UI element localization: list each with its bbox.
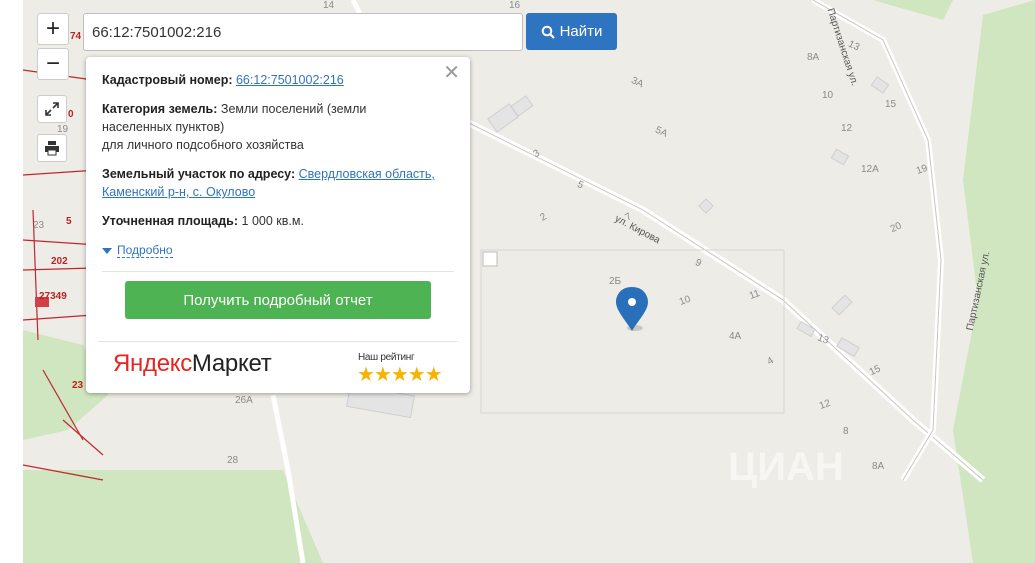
close-icon[interactable]: ✕ <box>443 63 460 83</box>
green-area <box>873 0 953 20</box>
svg-text:11: 11 <box>748 288 762 302</box>
printer-icon <box>45 141 59 156</box>
cadastral-number-row: Кадастровый номер: 66:12:7501002:216 <box>102 71 454 89</box>
svg-text:14: 14 <box>323 0 335 11</box>
divider <box>102 271 454 272</box>
land-category-value: Земли поселений (земли <box>220 102 367 116</box>
svg-text:20: 20 <box>889 220 904 235</box>
parcel-info-popup: ✕ Кадастровый номер: 66:12:7501002:216 К… <box>86 57 470 393</box>
svg-text:8А: 8А <box>807 52 820 63</box>
area-label: Уточненная площадь: <box>102 214 239 228</box>
cadastral-search-input[interactable] <box>83 13 523 51</box>
svg-text:12А: 12А <box>861 164 879 175</box>
road-partizanskaya-edge <box>812 0 942 481</box>
svg-text:12: 12 <box>818 398 833 412</box>
expand-icon <box>45 102 59 116</box>
zoom-out-icon: − <box>45 50 60 77</box>
svg-text:0: 0 <box>68 109 74 120</box>
address-row: Земельный участок по адресу: Свердловска… <box>102 165 454 201</box>
svg-text:10: 10 <box>678 294 693 308</box>
get-report-button-label: Получить подробный отчет <box>183 291 373 309</box>
svg-text:8А: 8А <box>872 461 885 472</box>
search-icon <box>541 25 555 39</box>
svg-text:5А: 5А <box>653 125 669 140</box>
svg-text:2: 2 <box>538 211 549 224</box>
fullscreen-button[interactable] <box>37 95 67 123</box>
get-report-button[interactable]: Получить подробный отчет <box>125 281 431 319</box>
land-category-value: населенных пунктов) <box>102 120 225 134</box>
svg-text:16: 16 <box>509 0 521 11</box>
more-details-row[interactable]: Подробно <box>102 241 454 259</box>
svg-text:9: 9 <box>693 257 703 270</box>
green-area <box>23 470 323 563</box>
svg-text:202: 202 <box>51 256 68 267</box>
search-button[interactable]: Найти <box>526 13 617 50</box>
zoom-in-icon: + <box>45 15 60 42</box>
area-value: 1 000 кв.м. <box>241 214 304 228</box>
logo-part-market: Маркет <box>191 350 272 377</box>
svg-text:4: 4 <box>765 355 776 368</box>
cadastral-number-link[interactable]: 66:12:7501002:216 <box>236 73 344 87</box>
svg-text:15: 15 <box>885 99 897 110</box>
more-details-link[interactable]: Подробно <box>117 243 173 258</box>
land-category-value: для личного подсобного хозяйства <box>102 138 304 152</box>
svg-text:28: 28 <box>227 455 239 466</box>
svg-text:2Б: 2Б <box>609 276 622 287</box>
svg-text:23: 23 <box>72 380 84 391</box>
road-partizanskaya <box>811 0 945 482</box>
road-kirova <box>461 116 986 483</box>
road-kirova-edge <box>462 119 984 481</box>
chevron-down-icon <box>102 247 112 254</box>
land-category-label: Категория земель: <box>102 102 218 116</box>
address-link[interactable]: Каменский р-н, с. Окулово <box>102 185 255 199</box>
svg-text:4А: 4А <box>729 331 742 342</box>
svg-text:8: 8 <box>843 426 849 437</box>
watermark: ЦИАН <box>728 445 844 489</box>
yandex-market-banner[interactable]: ЯндексМаркет Наш рейтинг ★★★★★ <box>98 341 458 387</box>
broken-image-icon <box>482 251 498 267</box>
address-link[interactable]: Свердловская область, <box>299 167 435 181</box>
map-viewer: 14 16 3А 5А 3 5 2 7 9 2Б 10 11 4А 4 13 1… <box>0 0 1035 563</box>
svg-text:23: 23 <box>33 220 45 231</box>
svg-text:19: 19 <box>915 163 930 177</box>
zoom-in-button[interactable]: + <box>37 13 69 45</box>
land-category-row: Категория земель: Земли поселений (земли… <box>102 100 454 154</box>
logo-part-yandex: Яндекс <box>113 350 192 377</box>
svg-text:12: 12 <box>841 123 853 134</box>
svg-text:5: 5 <box>66 216 72 227</box>
svg-text:26А: 26А <box>235 395 253 406</box>
cadastral-number-label: Кадастровый номер: <box>102 73 233 87</box>
svg-text:27349: 27349 <box>39 291 67 302</box>
map-pin-icon[interactable] <box>616 287 648 331</box>
svg-text:5: 5 <box>575 179 585 192</box>
search-button-label: Найти <box>559 23 603 40</box>
area-row: Уточненная площадь: 1 000 кв.м. <box>102 212 454 230</box>
svg-text:3А: 3А <box>629 75 645 90</box>
green-area <box>953 0 1035 563</box>
print-button[interactable] <box>37 134 67 162</box>
svg-text:10: 10 <box>822 90 834 101</box>
address-label: Земельный участок по адресу: <box>102 167 296 181</box>
svg-text:74: 74 <box>70 31 82 42</box>
yandex-market-logo: ЯндексМаркет <box>113 350 272 378</box>
zoom-out-button[interactable]: − <box>37 48 69 80</box>
rating-stars: ★★★★★ <box>357 364 443 386</box>
